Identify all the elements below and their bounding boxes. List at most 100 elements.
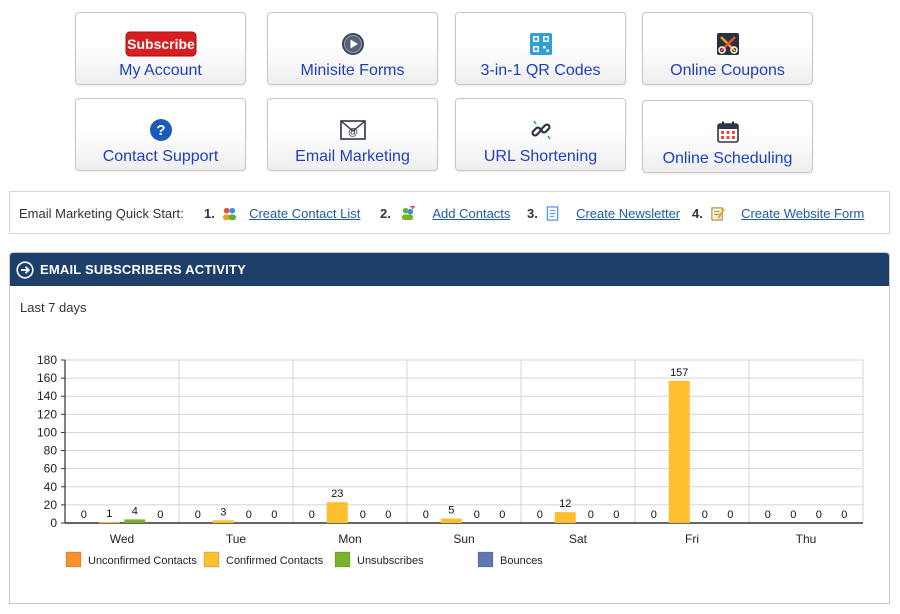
- quickstart-step-4: 4. Create Website Form: [692, 206, 864, 221]
- y-tick-label: 20: [44, 498, 58, 512]
- subscribe-badge-icon: Subscribe: [76, 31, 245, 57]
- tile-minisite-forms[interactable]: Minisite Forms: [267, 12, 438, 85]
- tile-email-marketing[interactable]: @ Email Marketing: [267, 98, 438, 171]
- create-contact-list-link[interactable]: Create Contact List: [249, 206, 360, 221]
- data-label: 0: [309, 509, 315, 521]
- bar: [124, 519, 146, 523]
- step-number: 3.: [527, 206, 538, 221]
- data-label: 0: [499, 509, 505, 521]
- data-label: 4: [132, 505, 138, 517]
- tile-contact-support[interactable]: ? Contact Support: [75, 98, 246, 171]
- legend-swatch: [477, 551, 494, 568]
- svg-text:?: ?: [156, 122, 165, 139]
- bar: [212, 520, 234, 523]
- tile-label: Email Marketing: [295, 148, 410, 165]
- tile-my-account[interactable]: Subscribe My Account: [75, 12, 246, 85]
- quickstart-bar: Email Marketing Quick Start: 1. Create C…: [9, 191, 890, 234]
- data-label: 0: [702, 509, 708, 521]
- data-label: 0: [588, 509, 594, 521]
- newsletter-doc-icon: [547, 206, 559, 221]
- create-newsletter-link[interactable]: Create Newsletter: [576, 206, 680, 221]
- contacts-group-icon: [223, 207, 237, 221]
- data-label: 1: [106, 508, 112, 520]
- calendar-icon: [643, 119, 812, 145]
- legend-swatch: [203, 551, 220, 568]
- data-label: 0: [474, 509, 480, 521]
- quickstart-step-1: 1. Create Contact List: [204, 206, 360, 221]
- bar: [554, 512, 576, 523]
- step-number: 2.: [380, 206, 391, 221]
- tile-url-shortening[interactable]: URL Shortening: [455, 98, 626, 171]
- activity-bar-chart: 0204060801001201401601800 1 4 0Wed0 3 0 0Tue02…: [37, 353, 864, 568]
- y-tick-label: 180: [37, 353, 57, 367]
- legend-label: Bounces: [500, 555, 543, 567]
- y-tick-label: 0: [50, 516, 57, 530]
- tile-label: Online Coupons: [670, 62, 785, 79]
- y-tick-label: 160: [37, 371, 57, 385]
- data-label: 5: [448, 504, 454, 516]
- quickstart-label: Email Marketing Quick Start:: [19, 206, 184, 221]
- quickstart-step-2: 2. Add Contacts: [380, 206, 510, 221]
- scissors-coupon-icon: [643, 31, 812, 57]
- data-label: 0: [841, 509, 847, 521]
- y-tick-label: 60: [44, 462, 58, 476]
- data-label: 0: [816, 509, 822, 521]
- subscribers-activity-panel: EMAIL SUBSCRIBERS ACTIVITY Last 7 days 0…: [9, 252, 890, 604]
- tile-online-scheduling[interactable]: Online Scheduling: [642, 100, 813, 173]
- data-label: 157: [670, 367, 688, 379]
- y-tick-label: 40: [44, 480, 58, 494]
- data-label: 0: [727, 509, 733, 521]
- data-label: 0: [790, 509, 796, 521]
- quickstart-step-3: 3. Create Newsletter: [527, 206, 680, 221]
- play-circle-icon: [268, 31, 437, 57]
- legend-label: Confirmed Contacts: [226, 555, 324, 567]
- x-tick-label: Thu: [796, 532, 817, 546]
- add-contacts-link[interactable]: Add Contacts: [432, 206, 510, 221]
- step-number: 1.: [204, 206, 215, 221]
- envelope-at-icon: @: [268, 117, 437, 143]
- svg-text:@: @: [348, 127, 358, 138]
- data-label: 0: [537, 509, 543, 521]
- tile-online-coupons[interactable]: Online Coupons: [642, 12, 813, 85]
- legend-label: Unsubscribes: [357, 555, 424, 567]
- data-label: 0: [246, 509, 252, 521]
- add-contacts-icon: [402, 206, 416, 221]
- tile-label: URL Shortening: [483, 148, 598, 165]
- y-tick-label: 80: [44, 444, 58, 458]
- help-circle-icon: ?: [76, 117, 245, 143]
- bar: [440, 518, 462, 523]
- tile-label: Minisite Forms: [300, 62, 405, 79]
- data-label: 0: [385, 509, 391, 521]
- bar: [668, 380, 690, 523]
- legend-label: Unconfirmed Contacts: [88, 555, 197, 567]
- tile-label: 3-in-1 QR Codes: [480, 62, 601, 79]
- tile-qr-codes[interactable]: 3-in-1 QR Codes: [455, 12, 626, 85]
- data-label: 12: [559, 498, 571, 510]
- step-number: 4.: [692, 206, 703, 221]
- x-tick-label: Tue: [226, 532, 247, 546]
- data-label: 0: [81, 509, 87, 521]
- create-website-form-link[interactable]: Create Website Form: [741, 206, 864, 221]
- data-label: 0: [613, 509, 619, 521]
- chain-link-icon: [456, 117, 625, 143]
- data-label: 0: [651, 509, 657, 521]
- x-tick-label: Mon: [338, 532, 361, 546]
- tile-label: Contact Support: [102, 148, 219, 165]
- x-tick-label: Sun: [453, 532, 474, 546]
- legend-swatch: [334, 551, 351, 568]
- tile-label: My Account: [119, 62, 202, 79]
- x-tick-label: Fri: [685, 532, 699, 546]
- data-label: 0: [271, 509, 277, 521]
- legend-swatch: [65, 551, 82, 568]
- bar: [98, 522, 120, 524]
- x-tick-label: Sat: [569, 532, 588, 546]
- x-tick-label: Wed: [110, 532, 134, 546]
- data-label: 0: [195, 509, 201, 521]
- data-label: 3: [220, 506, 226, 518]
- data-label: 0: [765, 509, 771, 521]
- y-tick-label: 120: [37, 407, 57, 421]
- data-label: 0: [157, 509, 163, 521]
- bar: [326, 502, 348, 523]
- y-tick-label: 100: [37, 425, 57, 439]
- svg-text:Subscribe: Subscribe: [127, 36, 195, 52]
